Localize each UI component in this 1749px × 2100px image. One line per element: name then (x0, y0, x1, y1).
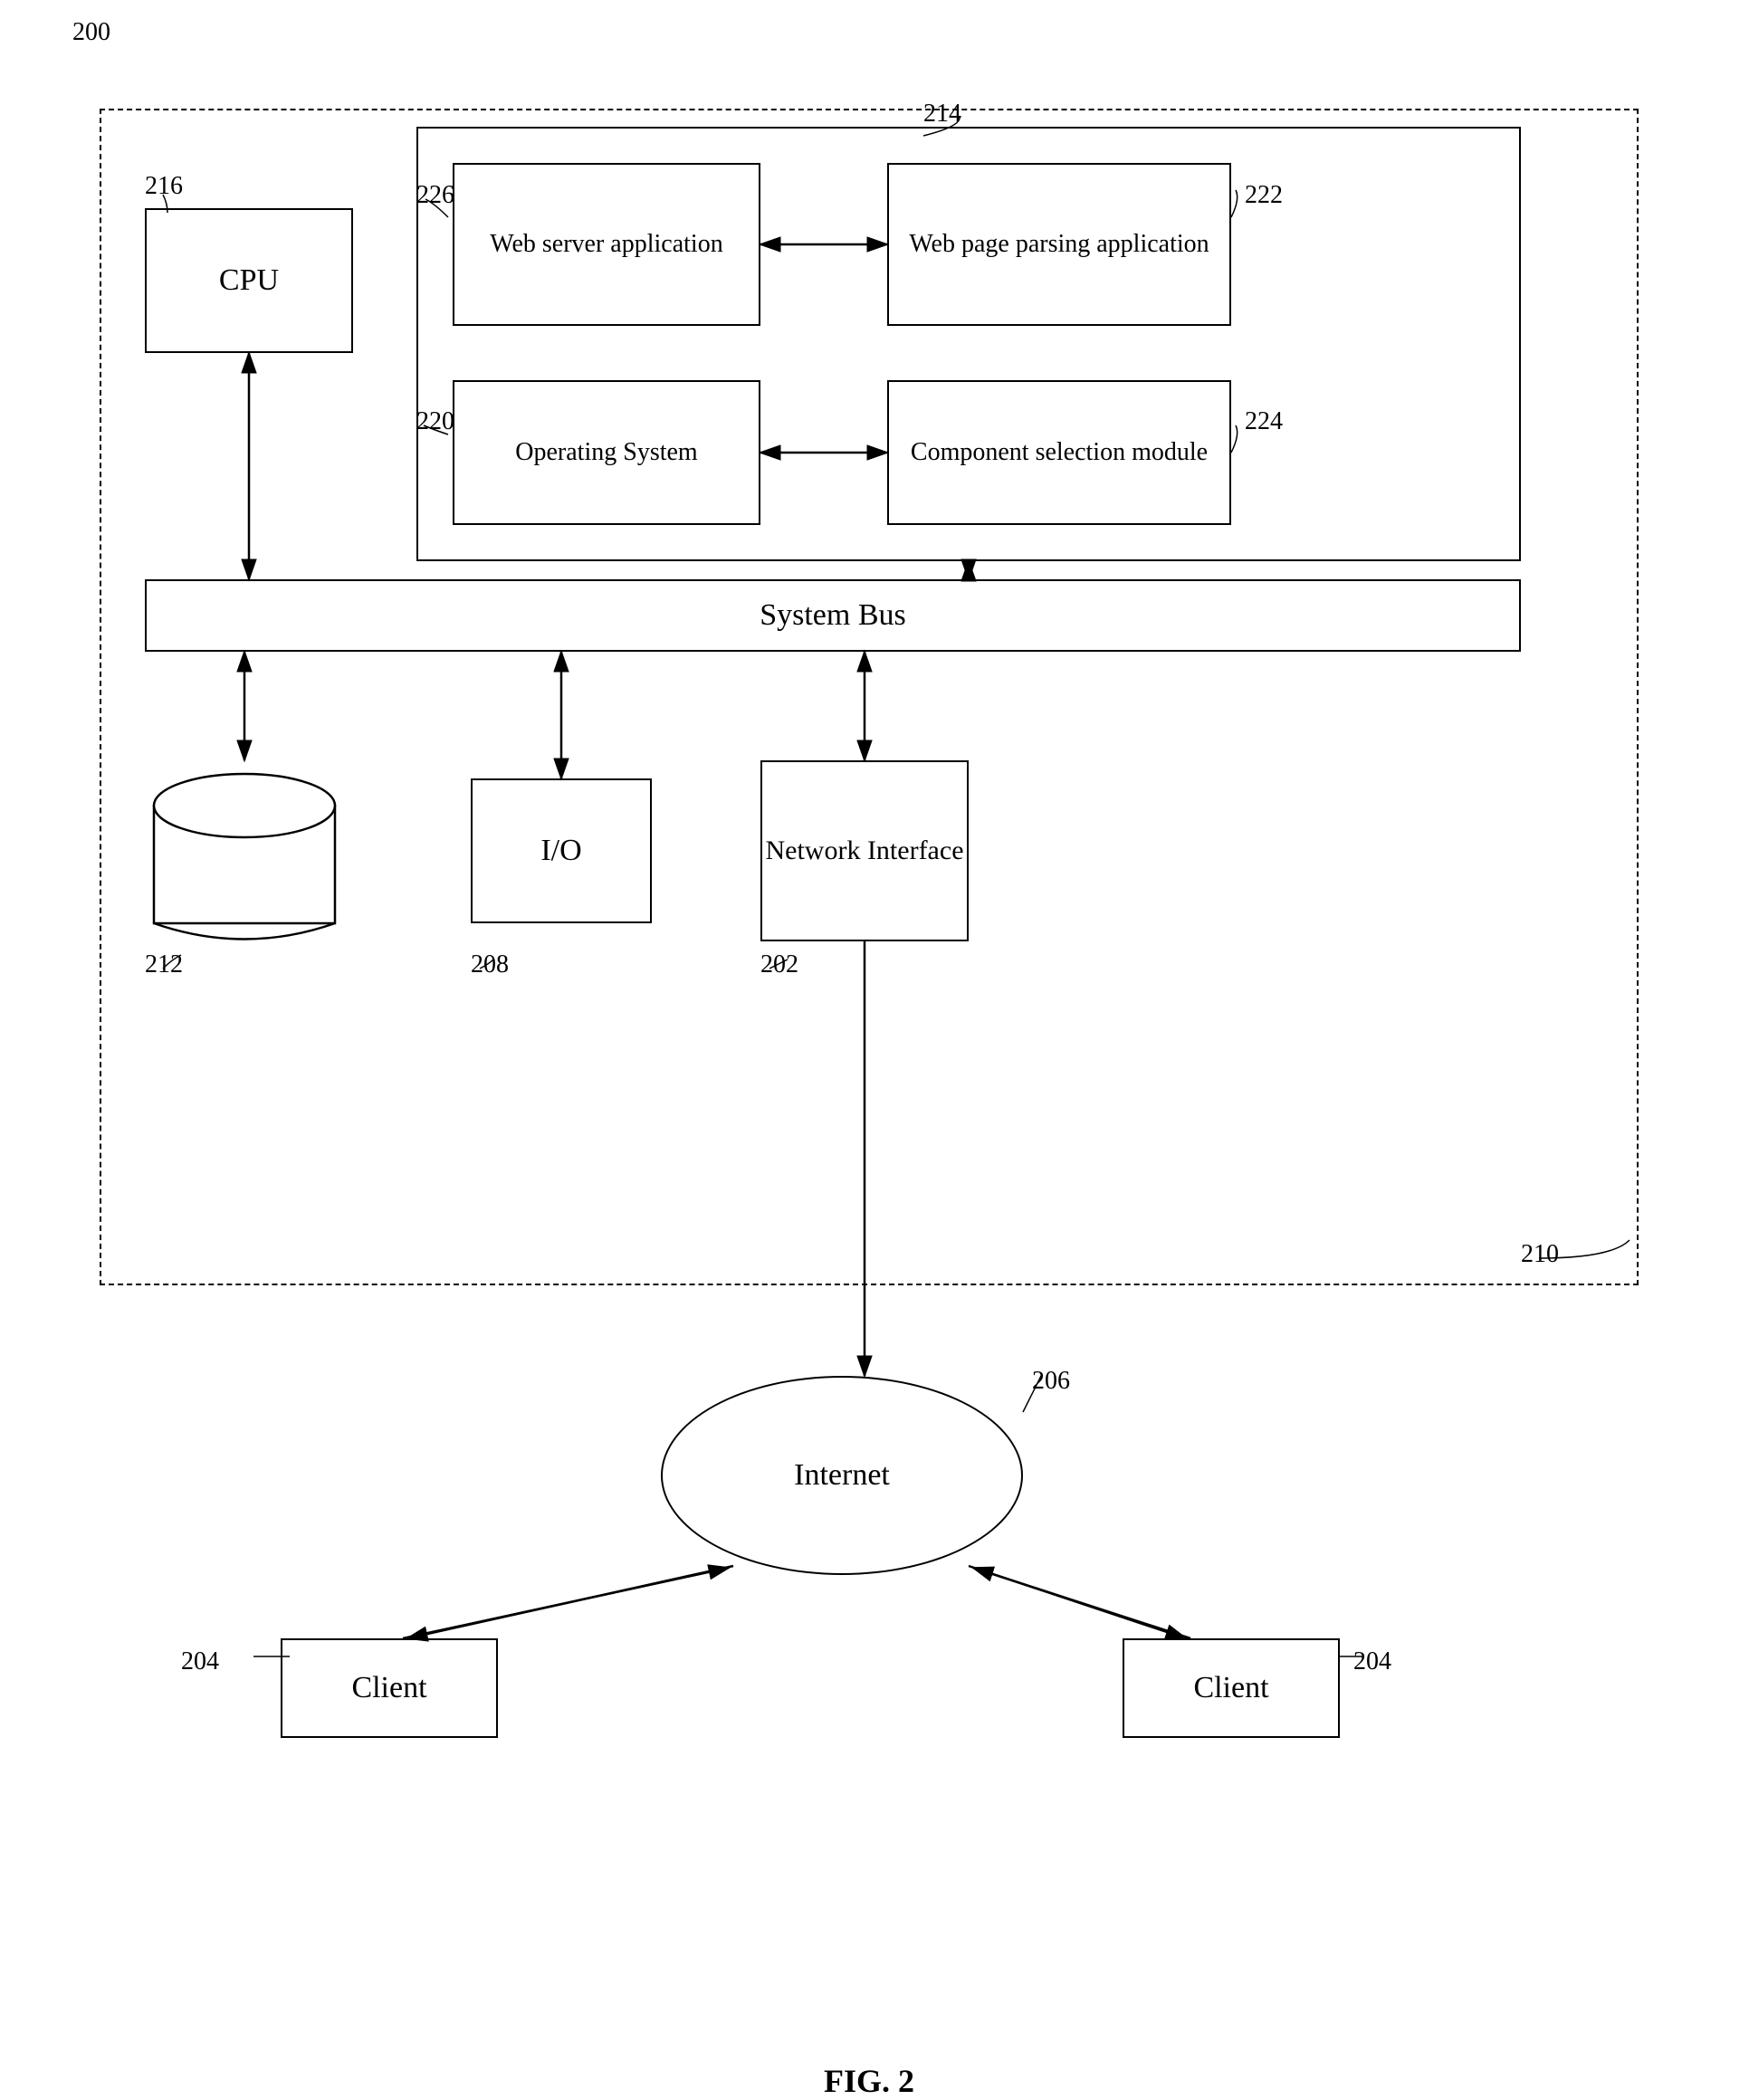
ref-202: 202 (760, 950, 798, 979)
client-right-label: Client (1193, 1671, 1268, 1705)
operating-system-box: Operating System (453, 380, 760, 525)
component-selection-box: Component selection module (887, 380, 1231, 525)
ref-208: 208 (471, 950, 509, 979)
ref-220: 220 (416, 407, 454, 436)
cpu-label: CPU (219, 263, 279, 298)
ref-224: 224 (1245, 407, 1283, 436)
network-interface-label: Network Interface (765, 832, 963, 870)
ref-200: 200 (72, 18, 110, 47)
ref-204-left: 204 (181, 1647, 219, 1676)
ref-216: 216 (145, 172, 183, 201)
figure-label: FIG. 2 (824, 2062, 914, 2100)
io-box: I/O (471, 778, 652, 923)
web-page-parsing-box: Web page parsing application (887, 163, 1231, 326)
network-interface-box: Network Interface (760, 760, 969, 941)
ref-226: 226 (416, 181, 454, 210)
system-bus-box: System Bus (145, 579, 1521, 652)
internet-ellipse: Internet (661, 1376, 1023, 1575)
web-server-box: Web server application (453, 163, 760, 326)
system-bus-label: System Bus (760, 598, 906, 633)
ref-206: 206 (1032, 1367, 1070, 1396)
operating-system-label: Operating System (515, 436, 697, 469)
client-box-left: Client (281, 1638, 498, 1738)
web-page-parsing-label: Web page parsing application (909, 228, 1209, 261)
ref-214: 214 (923, 100, 961, 129)
internet-label: Internet (794, 1458, 890, 1493)
ref-212: 212 (145, 950, 183, 979)
client-box-right: Client (1123, 1638, 1340, 1738)
ref-210: 210 (1521, 1240, 1559, 1269)
ref-204-right: 204 (1353, 1647, 1391, 1676)
web-server-label: Web server application (490, 228, 722, 261)
database-cylinder (145, 760, 344, 941)
client-left-label: Client (351, 1671, 426, 1705)
component-selection-label: Component selection module (911, 436, 1208, 469)
io-label: I/O (540, 834, 581, 868)
ref-222: 222 (1245, 181, 1283, 210)
cpu-box: CPU (145, 208, 353, 353)
